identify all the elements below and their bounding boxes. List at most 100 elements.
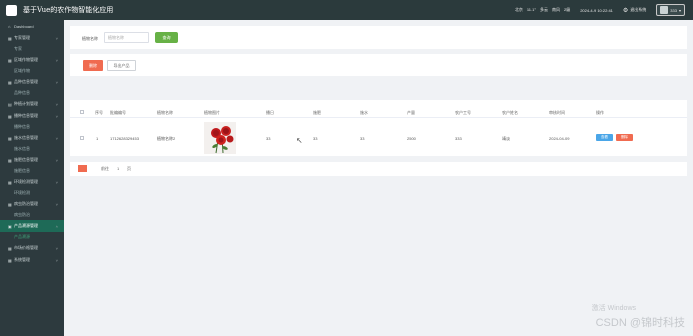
chevron-icon: ˅ xyxy=(55,35,58,41)
th-output: 产量 xyxy=(407,110,415,115)
cell-sow: 33 xyxy=(266,136,271,141)
th-plant-image: 植物图片 xyxy=(204,110,220,115)
th-sow: 播日 xyxy=(266,110,274,115)
grid-icon: ▦ xyxy=(8,79,12,85)
pager-prefix: 前往 xyxy=(101,166,109,171)
sidebar-item[interactable]: ▦ 专家管理 ˅ xyxy=(0,32,64,44)
weather-city: 北京 xyxy=(514,7,523,12)
chevron-icon: ˅ xyxy=(55,157,58,163)
row-checkbox[interactable] xyxy=(80,136,84,140)
data-table: 序号 批编编号 植物名称 植物图片 播日 施肥 施水 产量 农户工号 农户姓名 … xyxy=(70,100,687,156)
sidebar-item[interactable]: ▦ 品种信息管理 ˅ xyxy=(0,76,64,88)
sidebar-item-label: 系统管理 xyxy=(14,257,30,262)
sidebar-item[interactable]: ▦ 系统管理 ˅ xyxy=(0,254,64,266)
sidebar-item[interactable]: ▦ 环境检测管理 ˅ xyxy=(0,176,64,188)
cell-plant-name: 植物名称2 xyxy=(157,136,176,141)
sidebar-item-label: 种植计划管理 xyxy=(14,101,38,106)
app-title: 基于Vue的农作物智能化应用 xyxy=(23,6,114,14)
logout-button[interactable]: ⚙ 退出系统 xyxy=(623,7,646,14)
rose-image xyxy=(204,122,236,154)
sidebar-item[interactable]: ▦ 区域作物管理 ˅ xyxy=(0,54,64,66)
search-input[interactable]: 植物名称 xyxy=(104,32,149,43)
datetime: 2024-4-9 10:22:41 xyxy=(580,7,613,13)
table-header: 序号 批编编号 植物名称 植物图片 播日 施肥 施水 产量 农户工号 农户姓名 … xyxy=(70,106,687,118)
chevron-icon: ˅ xyxy=(55,135,58,141)
view-button[interactable]: 查看 xyxy=(596,134,613,141)
gear-icon: ⚙ xyxy=(622,7,629,14)
search-label: 植物名称 xyxy=(82,36,98,41)
th-index: 序号 xyxy=(95,110,103,115)
sidebar-subitem[interactable]: 环境检测 xyxy=(0,188,64,198)
action-panel: 删除 导出产品 xyxy=(70,54,687,76)
chevron-icon: ˅ xyxy=(55,113,58,119)
cell-index: 1 xyxy=(96,136,99,141)
cell-fert: 33 xyxy=(313,136,318,141)
sidebar: ⌂ Dashboard ▦ 专家管理 ˅ 专家 ▦ 区域作物管理 ˅ 区域作物 ▦ 品种信息管理 ˅ 品种… xyxy=(0,20,64,336)
grid-icon: ▦ xyxy=(8,179,12,185)
sidebar-item[interactable]: ▦ 施肥信息管理 ˅ xyxy=(0,154,64,166)
cell-output: 2500 xyxy=(407,136,416,141)
sidebar-item-label: 病虫防治管理 xyxy=(14,201,38,206)
grid-icon: ▦ xyxy=(8,245,12,251)
chevron-icon: ˅ xyxy=(55,179,58,185)
chevron-icon: ˅ xyxy=(55,79,58,85)
page-prev-button[interactable] xyxy=(78,165,87,172)
grid-icon: ▦ xyxy=(8,113,12,119)
table-row: 1 1712628329453 植物名称2 33 33 33 2500 333 … xyxy=(70,120,687,155)
user-menu[interactable]: 333 ▾ xyxy=(656,4,685,16)
sidebar-subitem[interactable]: 专家 xyxy=(0,44,64,54)
sidebar-subitem[interactable]: 病虫防治 xyxy=(0,210,64,220)
user-label: 333 xyxy=(670,7,677,13)
sidebar-item[interactable]: ▦ 病虫防治管理 ˅ xyxy=(0,198,64,210)
sidebar-item[interactable]: ▤ 种植计划管理 ˅ xyxy=(0,98,64,110)
th-fert: 施肥 xyxy=(313,110,321,115)
sidebar-item[interactable]: ▦ 市场价格管理 ˅ xyxy=(0,242,64,254)
sidebar-subitem[interactable]: 播种信息 xyxy=(0,122,64,132)
chevron-icon: ˅ xyxy=(55,201,58,207)
sidebar-subitem[interactable]: 施肥信息 xyxy=(0,166,64,176)
export-button[interactable]: 导出产品 xyxy=(107,60,136,71)
sidebar-item-label: 区域作物管理 xyxy=(14,57,38,62)
delete-button[interactable]: 删除 xyxy=(83,60,103,71)
sidebar-subitem[interactable]: 区域作物 xyxy=(0,66,64,76)
sidebar-subitem[interactable]: 产品溯源 xyxy=(0,232,64,242)
pagination: 前往 1 页 xyxy=(70,162,687,176)
sidebar-item[interactable]: ⌂ Dashboard xyxy=(0,20,64,32)
grid-icon: ▦ xyxy=(8,35,12,41)
sidebar-item[interactable]: ▦ 播种信息管理 ˅ xyxy=(0,110,64,122)
weather-wind: 南风 xyxy=(551,7,560,12)
mouse-cursor-icon: ↖ xyxy=(296,136,303,145)
grid-icon: ▦ xyxy=(8,257,12,263)
sidebar-subitem[interactable]: 施水信息 xyxy=(0,144,64,154)
sidebar-item[interactable]: ▦ 施水信息管理 ˅ xyxy=(0,132,64,144)
doc-icon: ▣ xyxy=(8,223,12,229)
grid-icon: ▦ xyxy=(8,157,12,163)
search-button[interactable]: 查询 xyxy=(155,32,178,43)
pager-suffix: 页 xyxy=(127,166,131,171)
weather-temp: 11.1° xyxy=(526,7,536,12)
sidebar-item-label: Dashboard xyxy=(14,23,34,29)
sidebar-item-label: 环境检测管理 xyxy=(14,179,38,184)
chevron-icon: ˅ xyxy=(55,257,58,263)
plant-image[interactable] xyxy=(204,122,236,154)
cell-farmer-id: 333 xyxy=(455,136,462,141)
avatar xyxy=(660,6,669,14)
sidebar-item-label: 播种信息管理 xyxy=(14,113,38,118)
th-plant-name: 植物名称 xyxy=(157,110,173,115)
sidebar-item[interactable]: ▣ 产品溯源管理 ˄ xyxy=(0,220,64,232)
top-bar: 基于Vue的农作物智能化应用 北京 11.1° 多云 南风 2级 2024-4-… xyxy=(0,0,693,20)
sidebar-subitem[interactable]: 品种信息 xyxy=(0,88,64,98)
grid-icon: ▦ xyxy=(8,135,12,141)
row-delete-button[interactable]: 删除 xyxy=(616,134,633,141)
th-farmer-id: 农户工号 xyxy=(455,110,471,115)
th-actions: 操作 xyxy=(596,110,604,115)
windows-watermark: 激活 Windows xyxy=(591,305,636,312)
sidebar-item-label: 施肥信息管理 xyxy=(14,157,38,162)
page-number-input[interactable]: 1 xyxy=(117,166,119,171)
chevron-down-icon: ▾ xyxy=(678,7,681,13)
select-all-checkbox[interactable] xyxy=(80,110,84,114)
sidebar-item-label: 品种信息管理 xyxy=(14,79,38,84)
chevron-icon: ˅ xyxy=(55,245,58,251)
sidebar-item-label: 施水信息管理 xyxy=(14,135,38,140)
weather-level: 2级 xyxy=(563,7,571,12)
